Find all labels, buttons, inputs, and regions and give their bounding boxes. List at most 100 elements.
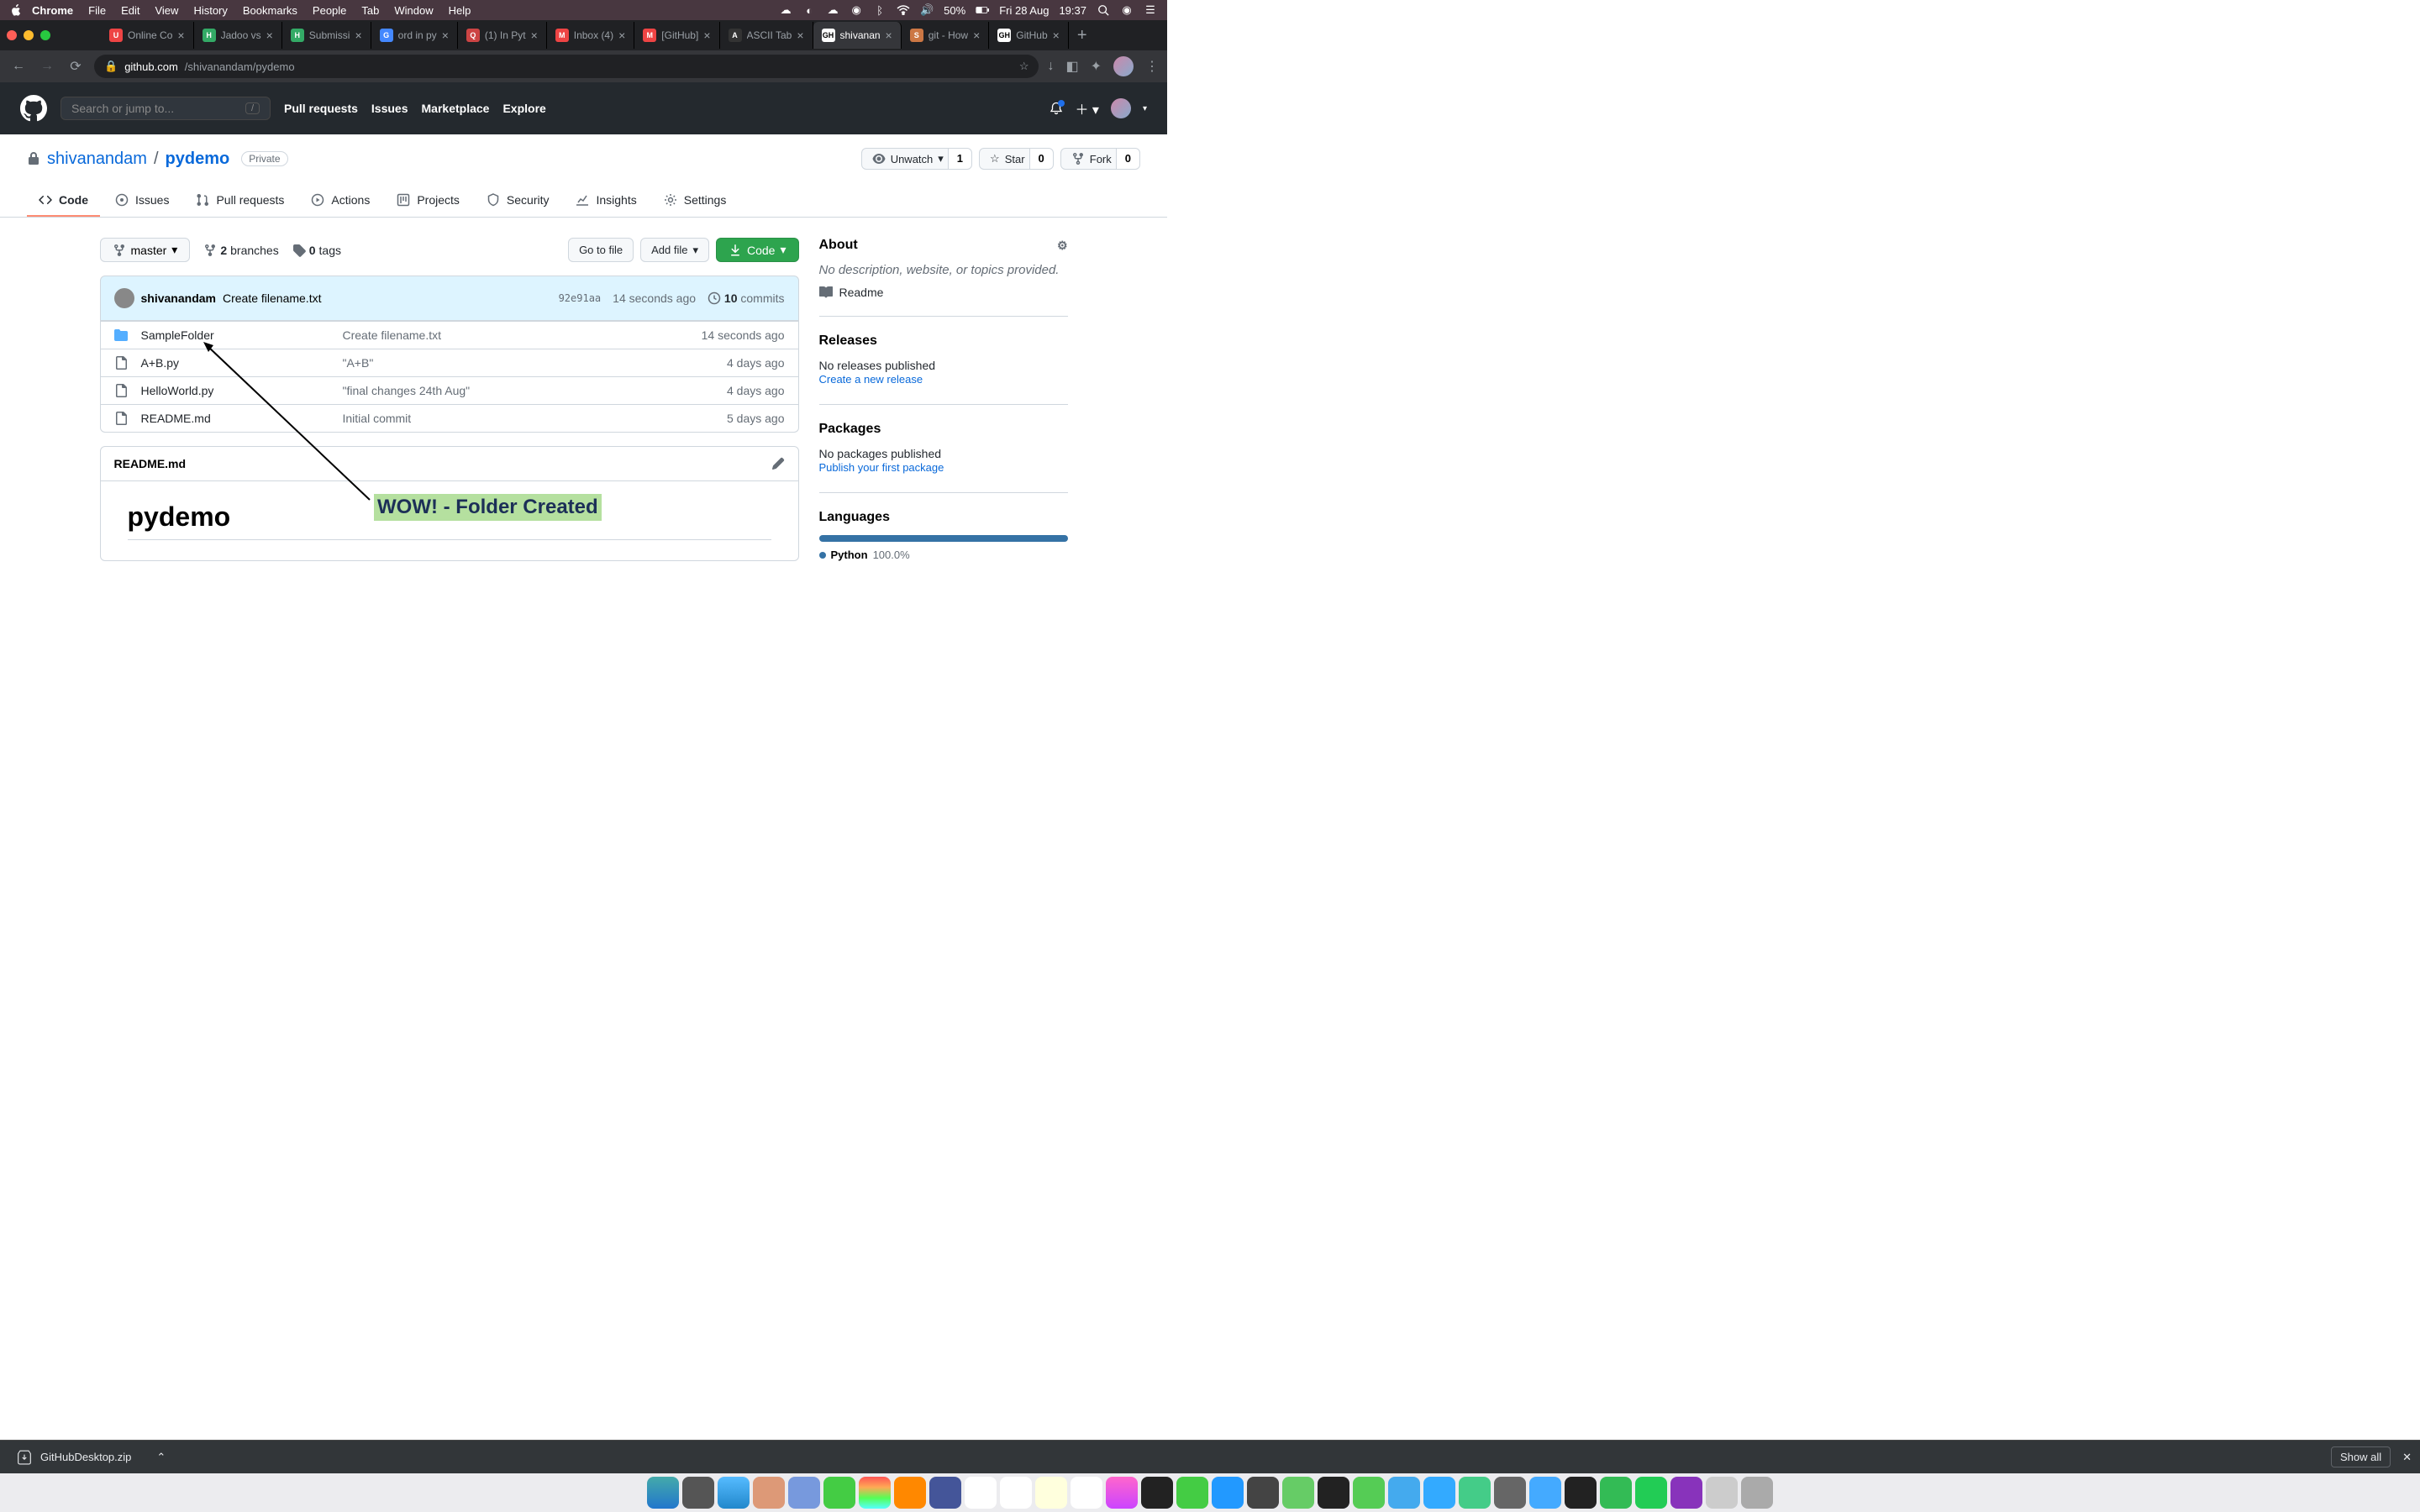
repo-tab-issues[interactable]: Issues [103,185,181,217]
menu-people[interactable]: People [313,4,346,17]
siri-icon[interactable]: ◉ [1120,3,1134,17]
dock-app-generic6[interactable] [1600,1477,1632,1509]
bookmark-star-icon[interactable]: ☆ [1019,60,1029,73]
menubar-time[interactable]: 19:37 [1059,4,1086,17]
tab-close-icon[interactable]: × [618,29,625,42]
browser-tab[interactable]: AASCII Tab× [720,22,813,49]
add-file-button[interactable]: Add file ▾ [640,238,709,262]
browser-tab[interactable]: GHshivanan× [813,22,902,49]
tab-close-icon[interactable]: × [355,29,361,42]
dock-app-whatsapp[interactable] [1635,1477,1667,1509]
file-name-link[interactable]: A+B.py [141,356,180,370]
commit-time[interactable]: 14 seconds ago [613,291,696,305]
commit-hash[interactable]: 92e91aa [559,292,602,304]
user-menu-caret[interactable]: ▾ [1143,104,1147,113]
extensions-icon[interactable]: ✦ [1091,58,1102,75]
close-window-button[interactable] [7,30,17,40]
dock-app-safari[interactable] [718,1477,750,1509]
maximize-window-button[interactable] [40,30,50,40]
dock-app-terminal[interactable] [1565,1477,1597,1509]
battery-icon[interactable] [976,3,989,17]
dock-app-books[interactable] [753,1477,785,1509]
show-all-downloads-button[interactable]: Show all [2331,1446,2391,1467]
tab-close-icon[interactable]: × [442,29,449,42]
bluetooth-icon[interactable]: ᛒ [873,3,886,17]
repo-tab-actions[interactable]: Actions [299,185,381,217]
browser-tab[interactable]: UOnline Co× [101,22,194,49]
edit-readme-icon[interactable] [771,457,785,470]
download-icon[interactable]: ↓ [1047,59,1054,74]
download-item[interactable]: GitHubDesktop.zip ⌃ [8,1446,174,1468]
address-bar[interactable]: 🔒 github.com/shivanandam/pydemo ☆ [94,55,1039,78]
publish-package-link[interactable]: Publish your first package [819,461,944,474]
browser-tab[interactable]: Gord in py× [371,22,458,49]
commit-author-avatar[interactable] [114,288,134,308]
dock-app-photos[interactable] [859,1477,891,1509]
dock-app-eclipse[interactable] [1247,1477,1279,1509]
readme-link[interactable]: Readme [819,286,1068,299]
tab-close-icon[interactable]: × [797,29,803,42]
close-downloads-button[interactable]: ✕ [2402,1451,2412,1464]
wifi-icon[interactable] [897,3,910,17]
branches-link[interactable]: 2 branches [203,244,278,257]
repo-tab-insights[interactable]: Insights [564,185,648,217]
menu-window[interactable]: Window [394,4,433,17]
dock-app-calendar[interactable] [965,1477,997,1509]
browser-tab[interactable]: GHGitHub× [989,22,1069,49]
menu-edit[interactable]: Edit [121,4,139,17]
browser-tab[interactable]: M[GitHub]× [634,22,719,49]
nav-issues[interactable]: Issues [371,102,408,115]
browser-tab[interactable]: Sgit - How× [902,22,990,49]
dock-app-generic5[interactable] [1388,1477,1420,1509]
dock-app-numbers[interactable] [1176,1477,1208,1509]
fork-button[interactable]: Fork [1060,148,1123,170]
create-menu-icon[interactable]: ＋ ▾ [1075,98,1098,118]
file-commit-msg[interactable]: Initial commit [343,412,728,425]
dock-app-generic7[interactable] [1706,1477,1738,1509]
dock-app-notes[interactable] [1035,1477,1067,1509]
tags-link[interactable]: 0 tags [292,244,341,257]
readme-filename[interactable]: README.md [114,457,187,470]
menu-bookmarks[interactable]: Bookmarks [243,4,297,17]
repo-tab-security[interactable]: Security [475,185,561,217]
file-name-link[interactable]: README.md [141,412,211,425]
dock-app-tv[interactable] [1141,1477,1173,1509]
github-search[interactable]: Search or jump to... / [60,97,271,120]
repo-tab-settings[interactable]: Settings [652,185,739,217]
notifications-icon[interactable] [1050,102,1063,115]
packages-title[interactable]: Packages [819,422,1068,437]
commit-message[interactable]: Create filename.txt [223,291,322,305]
fork-count[interactable]: 0 [1116,148,1140,170]
repo-tab-code[interactable]: Code [27,185,100,217]
menu-help[interactable]: Help [449,4,471,17]
create-release-link[interactable]: Create a new release [819,373,923,386]
repo-owner-link[interactable]: shivanandam [47,150,147,169]
file-name-link[interactable]: SampleFolder [141,328,214,342]
dock-app-generic2[interactable] [1212,1477,1244,1509]
dock-app-messages[interactable] [823,1477,855,1509]
reload-button[interactable]: ⟳ [66,58,86,75]
tab-close-icon[interactable]: × [177,29,184,42]
browser-tab[interactable]: MInbox (4)× [547,22,635,49]
nav-pull-requests[interactable]: Pull requests [284,102,358,115]
tab-close-icon[interactable]: × [703,29,710,42]
status-icon[interactable]: ◉ [850,3,863,17]
repo-name-link[interactable]: pydemo [166,150,230,169]
language-item[interactable]: Python 100.0% [819,549,1068,561]
profile-avatar[interactable] [1113,56,1134,76]
repo-tab-projects[interactable]: Projects [385,185,471,217]
menu-tab[interactable]: Tab [361,4,379,17]
menu-history[interactable]: History [193,4,227,17]
star-button[interactable]: ☆ Star [979,148,1036,170]
menu-file[interactable]: File [88,4,106,17]
dock-app-twitter[interactable] [1529,1477,1561,1509]
dock-app-mail[interactable] [788,1477,820,1509]
dock-app-finder[interactable] [647,1477,679,1509]
extension-icon-1[interactable]: ◧ [1065,58,1078,75]
file-commit-msg[interactable]: "final changes 24th Aug" [343,384,728,397]
sync-icon[interactable]: ◐ [802,3,816,17]
browser-tab[interactable]: HJadoo vs× [194,22,282,49]
repo-tab-pull-requests[interactable]: Pull requests [184,185,296,217]
dock-app-trash[interactable] [1741,1477,1773,1509]
apple-icon[interactable] [10,4,22,16]
